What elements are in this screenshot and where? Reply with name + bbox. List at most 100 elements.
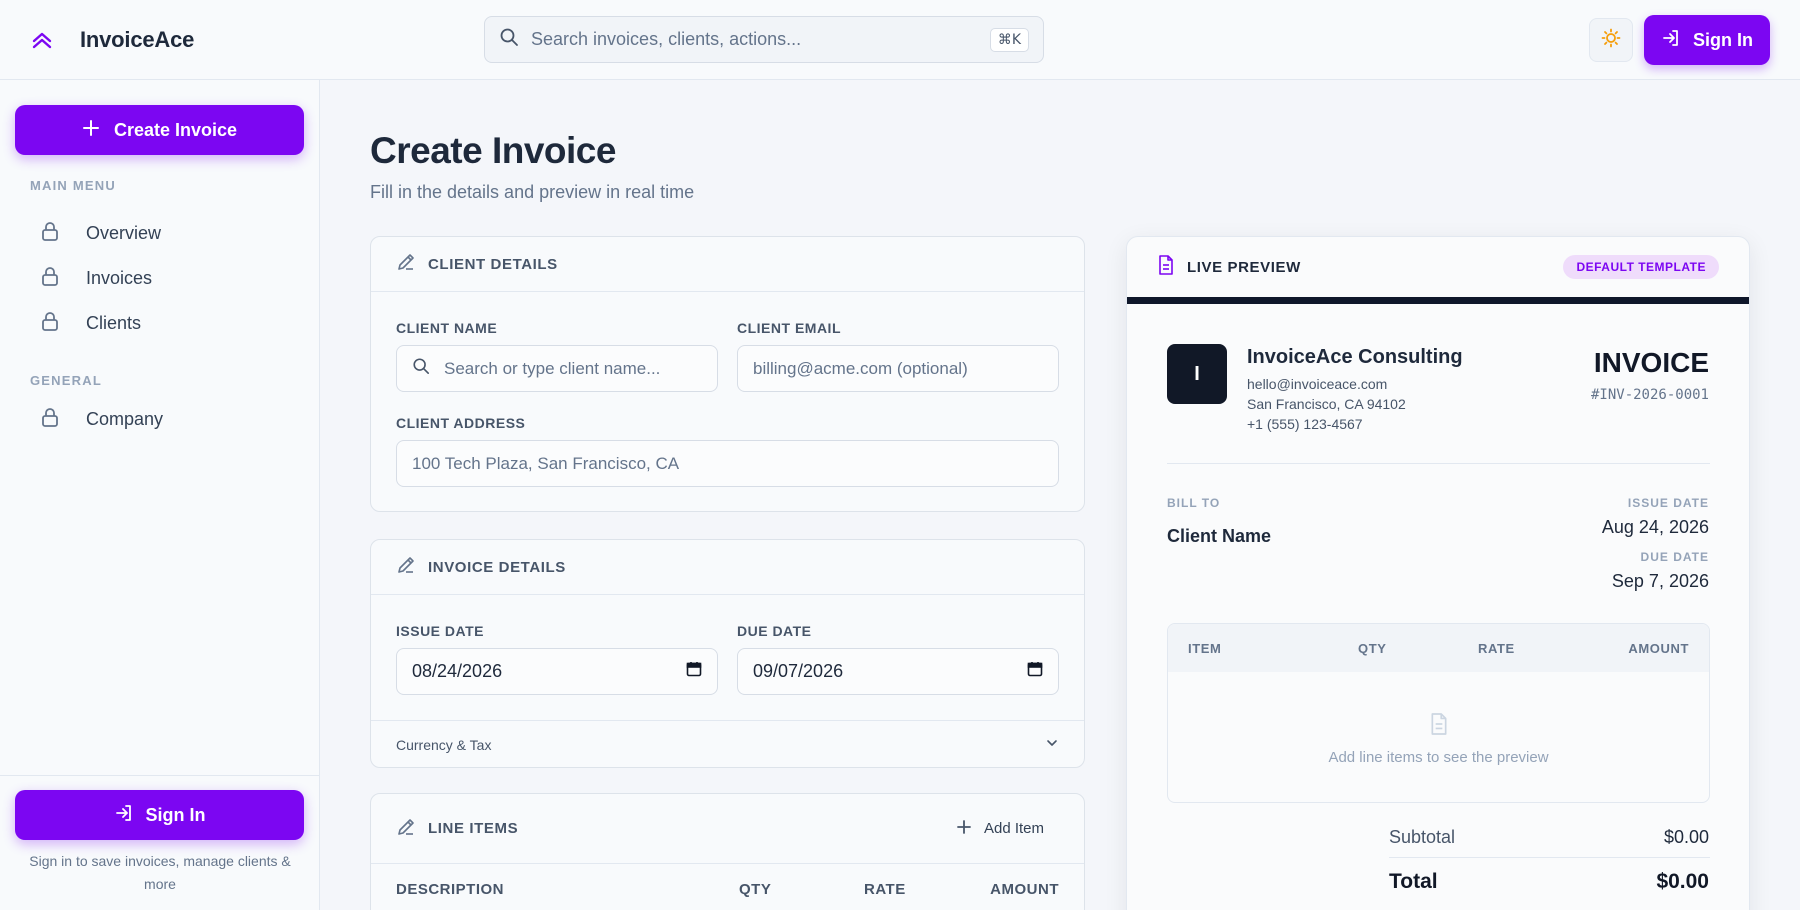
top-header: InvoiceAce Search invoices, clients, act…: [0, 0, 1800, 80]
shortcut-hint: ⌘K: [989, 27, 1029, 52]
sidebar-item-overview[interactable]: Overview: [40, 220, 161, 247]
document-icon: [1429, 712, 1449, 741]
sidebar-item-label: Invoices: [86, 268, 153, 288]
subtotal-value: $0.00: [1663, 827, 1709, 847]
sign-in-icon: [114, 803, 134, 828]
issue-date-label: ISSUE DATE: [396, 623, 484, 639]
document-icon: [1157, 255, 1175, 279]
client-address-field[interactable]: 100 Tech Plaza, San Francisco, CA: [396, 440, 1059, 487]
currency-tax-toggle[interactable]: Currency & Tax: [396, 721, 1059, 768]
plus-icon: [82, 119, 100, 142]
create-invoice-button[interactable]: Create Invoice: [15, 105, 304, 155]
sidebar-item-company[interactable]: Company: [40, 406, 163, 433]
due-date-input[interactable]: 09/07/2026: [753, 661, 843, 682]
sign-in-icon: [1661, 28, 1681, 53]
preview-col-amount: AMOUNT: [1628, 641, 1689, 656]
client-details-card: CLIENT DETAILS CLIENT NAME Search or typ…: [370, 236, 1085, 512]
col-rate: RATE: [864, 881, 906, 898]
search-icon: [499, 27, 519, 52]
brand-logo-icon: [30, 22, 54, 58]
issue-date-input[interactable]: 08/24/2026: [412, 661, 502, 682]
chevron-down-icon: [1045, 736, 1059, 753]
client-address-label: CLIENT ADDRESS: [396, 415, 526, 431]
preview-items-table: ITEM QTY RATE AMOUNT Add line items to s…: [1167, 623, 1710, 803]
sidebar-divider: [0, 775, 320, 776]
client-email-input[interactable]: billing@acme.com (optional): [753, 359, 968, 379]
preview-table-header: ITEM QTY RATE AMOUNT: [1168, 624, 1709, 672]
preview-col-qty: QTY: [1358, 641, 1387, 656]
line-items-title: LINE ITEMS: [428, 820, 519, 837]
brand[interactable]: InvoiceAce: [30, 22, 194, 58]
pencil-icon: [396, 252, 416, 276]
line-items-card: LINE ITEMS Add Item DESCRIPTION QTY RATE…: [370, 793, 1085, 910]
pencil-icon: [396, 817, 416, 841]
theme-toggle-button[interactable]: [1589, 18, 1633, 62]
search-icon: [412, 357, 430, 380]
sidebar-sign-in-label: Sign In: [145, 804, 206, 825]
bill-to-value: Client Name: [1167, 526, 1272, 546]
due-date-field[interactable]: 09/07/2026: [737, 648, 1059, 695]
total-label: Total: [1389, 870, 1438, 893]
preview-title: LIVE PREVIEW: [1187, 258, 1301, 276]
create-invoice-label: Create Invoice: [113, 119, 238, 140]
calendar-icon[interactable]: [686, 661, 702, 682]
sidebar-item-clients[interactable]: Clients: [40, 310, 141, 337]
company-name: InvoiceAce Consulting: [1247, 346, 1463, 368]
sun-icon: [1601, 28, 1621, 53]
col-description: DESCRIPTION: [396, 881, 505, 898]
client-address-input[interactable]: 100 Tech Plaza, San Francisco, CA: [412, 454, 679, 474]
company-address: San Francisco, CA 94102: [1247, 396, 1406, 412]
preview-accent-bar: [1127, 297, 1749, 304]
calendar-icon[interactable]: [1027, 661, 1043, 682]
document-type: INVOICE: [1593, 347, 1709, 378]
sign-in-note: Sign in to save invoices, manage clients…: [29, 853, 291, 892]
invoice-details-header: INVOICE DETAILS: [371, 540, 1084, 595]
totals-divider: [1389, 857, 1710, 858]
line-items-header: LINE ITEMS Add Item: [371, 794, 1084, 864]
brand-name: InvoiceAce: [80, 27, 195, 52]
sidebar-sign-in-button[interactable]: Sign In: [15, 790, 304, 840]
preview-issue-label: ISSUE DATE: [1627, 496, 1709, 510]
company-phone: +1 (555) 123-4567: [1247, 416, 1363, 432]
sidebar-item-invoices[interactable]: Invoices: [40, 265, 152, 292]
due-date-label: DUE DATE: [737, 623, 812, 639]
header-sign-in-label: Sign In: [1693, 29, 1753, 50]
preview-col-rate: RATE: [1478, 641, 1515, 656]
invoice-details-card: INVOICE DETAILS ISSUE DATE 08/24/2026 DU…: [370, 539, 1085, 768]
client-name-label: CLIENT NAME: [396, 320, 498, 336]
sidebar-item-label: Clients: [86, 313, 142, 333]
search-input[interactable]: Search invoices, clients, actions...: [531, 29, 978, 50]
lock-icon: [40, 310, 60, 337]
preview-empty-text: Add line items to see the preview: [1328, 749, 1549, 766]
client-details-title: CLIENT DETAILS: [428, 255, 558, 273]
general-heading: GENERAL: [30, 373, 102, 388]
header-sign-in-button[interactable]: Sign In: [1644, 15, 1770, 65]
lock-icon: [40, 265, 60, 292]
client-email-label: CLIENT EMAIL: [737, 320, 841, 336]
add-item-label: Add Item: [983, 820, 1044, 837]
preview-empty-state: Add line items to see the preview: [1168, 712, 1709, 766]
col-amount: AMOUNT: [990, 881, 1059, 898]
sidebar: Create Invoice MAIN MENU Overview Invoic…: [0, 80, 320, 910]
col-qty: QTY: [739, 881, 772, 898]
issue-date-field[interactable]: 08/24/2026: [396, 648, 718, 695]
live-preview-panel: LIVE PREVIEW DEFAULT TEMPLATE I InvoiceA…: [1126, 236, 1750, 910]
main-menu-heading: MAIN MENU: [30, 178, 116, 193]
total-value: $0.00: [1656, 870, 1709, 893]
bill-to-label: BILL TO: [1167, 496, 1221, 510]
currency-tax-label: Currency & Tax: [396, 736, 492, 753]
sidebar-item-label: Company: [86, 409, 164, 429]
preview-col-item: ITEM: [1188, 641, 1222, 656]
global-search[interactable]: Search invoices, clients, actions... ⌘K: [484, 16, 1044, 63]
preview-header: LIVE PREVIEW DEFAULT TEMPLATE: [1127, 237, 1749, 297]
page-title: Create Invoice: [370, 130, 616, 171]
client-email-field[interactable]: billing@acme.com (optional): [737, 345, 1059, 392]
company-email: hello@invoiceace.com: [1247, 376, 1388, 392]
client-name-field[interactable]: Search or type client name...: [396, 345, 718, 392]
add-item-button[interactable]: Add Item: [956, 819, 1059, 839]
client-name-input[interactable]: Search or type client name...: [444, 359, 660, 379]
lock-icon: [40, 220, 60, 247]
lock-icon: [40, 406, 60, 433]
plus-icon: [956, 819, 972, 839]
invoice-number: #INV-2026-0001: [1590, 387, 1709, 403]
